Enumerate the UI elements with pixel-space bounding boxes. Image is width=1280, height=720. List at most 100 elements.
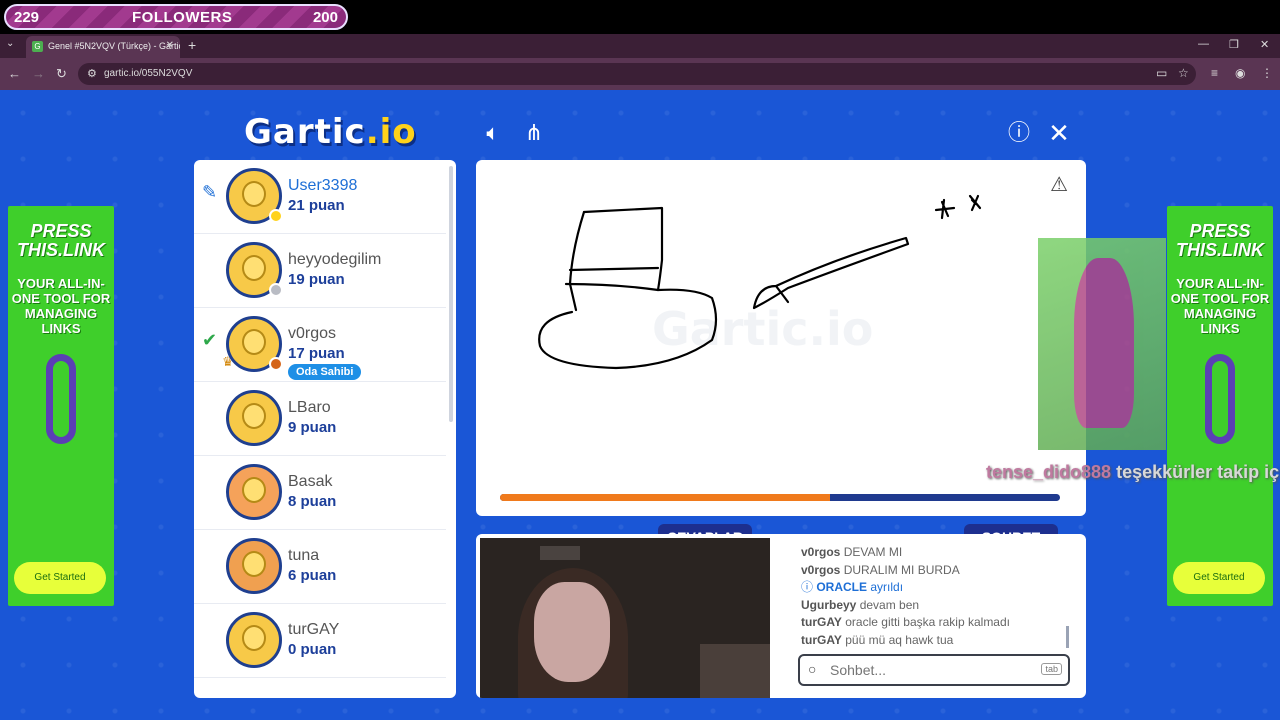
chain-link-icon (46, 354, 76, 444)
tab-key-hint: tab (1041, 663, 1062, 675)
browser-navbar: ← → ↻ ⚙ gartic.io/055N2VQV ▭ ☆ ≡ ◉ ⋮ (0, 58, 1280, 90)
message-text: DEVAM MI (843, 545, 903, 559)
gartic-logo: Gartic.io (244, 112, 417, 152)
search-icon: ○ (808, 661, 817, 677)
ad-banner-left[interactable]: PRESS THIS.LINK YOUR ALL-IN-ONE TOOL FOR… (8, 206, 114, 606)
message-text: DURALIM MI BURDA (843, 562, 960, 577)
pencil-icon: ✎ (202, 182, 218, 202)
menu-kebab-icon[interactable]: ⋮ (1261, 66, 1273, 80)
logo-suffix: .io (365, 112, 417, 152)
media-icon[interactable]: ≡ (1211, 66, 1218, 80)
follower-goal-bar: 229 FOLLOWERS 200 (4, 4, 348, 30)
player-row[interactable]: ✎ User3398 21 puan (194, 160, 446, 234)
player-score: 6 puan (288, 567, 337, 584)
status-dot (269, 357, 283, 371)
info-icon[interactable]: ⓘ (1006, 120, 1032, 146)
forward-icon[interactable]: → (32, 66, 45, 81)
message-text: püü mü aq hawk tua (845, 632, 954, 647)
sound-icon[interactable]: 🔈︎ (480, 120, 506, 146)
player-score: 17 puan (288, 345, 345, 362)
chat-input[interactable] (830, 660, 1030, 680)
stroke-brim-line (564, 282, 660, 292)
stroke-hat-top (538, 206, 718, 370)
bookmark-star-icon[interactable]: ☆ (1178, 66, 1189, 80)
window-close-icon[interactable]: ✕ (1260, 38, 1269, 51)
message-user: v0rgos (801, 562, 841, 577)
player-row[interactable]: turGAY 0 puan (194, 604, 446, 678)
close-icon[interactable]: ✕ (1046, 120, 1072, 146)
avatar-face (242, 181, 266, 207)
back-icon[interactable]: ← (8, 66, 21, 81)
follower-current: 229 (14, 9, 40, 26)
player-score: 8 puan (288, 493, 337, 510)
info-icon: ⓘ (801, 580, 817, 594)
players-scrollbar[interactable] (449, 166, 453, 422)
avatar (226, 464, 282, 520)
ad-get-started-button[interactable]: Get Started (1173, 562, 1265, 594)
share-icon[interactable]: ⋔ (521, 120, 547, 146)
message-user: Ugurbeyy (801, 597, 857, 612)
overlay-figure (1074, 258, 1134, 428)
message-text: oracle gitti başka rakip kalmadı (845, 615, 1010, 629)
chat-scrollbar[interactable] (1066, 626, 1069, 648)
maximize-icon[interactable]: ❐ (1229, 38, 1239, 51)
message-user: turGAY (801, 615, 842, 629)
chat-messages: v0rgos DEVAM MI v0rgos DURALIM MI BURDA ⓘ … (801, 544, 1071, 649)
player-row[interactable]: heyyodegilim 19 puan (194, 234, 446, 308)
minimize-icon[interactable]: — (1198, 38, 1209, 50)
avatar-face (242, 625, 266, 651)
reload-icon[interactable]: ↻ (56, 66, 67, 82)
gartic-page: PRESS THIS.LINK YOUR ALL-IN-ONE TOOL FOR… (0, 90, 1280, 720)
browser-tabstrip: ⌄ G Genel #5N2VQV (Türkçe) - Gartic ✕ + … (0, 34, 1280, 58)
message-text: ayrıldı (870, 580, 904, 594)
webcam-lamp (540, 546, 580, 560)
site-info-icon[interactable]: ⚙ (87, 67, 97, 80)
avatar (226, 538, 282, 594)
player-row[interactable]: Basak 8 puan (194, 456, 446, 530)
players-list: ✎ User3398 21 puan heyyodegilim 19 puan ✔ ♛ v0r… (194, 160, 456, 698)
ad-get-started-button[interactable]: Get Started (14, 562, 106, 594)
message-text: devam ben (859, 597, 920, 612)
player-score: 21 puan (288, 197, 345, 214)
new-tab-icon[interactable]: + (188, 37, 196, 53)
overlay-message: teşekkürler takip için (1116, 462, 1280, 482)
stroke-hat-band (568, 266, 660, 272)
avatar-face (242, 477, 266, 503)
tab-search-icon[interactable]: ⌄ (6, 38, 14, 49)
avatar (226, 612, 282, 668)
chat-message: turGAY oracle gitti başka rakip kalmadı (801, 614, 1071, 632)
player-name: tuna (288, 547, 320, 564)
profile-icon[interactable]: ◉ (1235, 66, 1245, 80)
player-row[interactable]: tuna 6 puan (194, 530, 446, 604)
ad-press-text: PRESS THIS.LINK (17, 221, 105, 260)
tab-close-icon[interactable]: ✕ (166, 40, 174, 51)
address-bar[interactable]: ⚙ gartic.io/055N2VQV (78, 63, 1196, 85)
check-icon: ✔ (202, 330, 218, 350)
gartic-favicon-icon: G (32, 41, 43, 52)
webcam-shelf (700, 644, 770, 698)
url-text: gartic.io/055N2VQV (104, 68, 193, 79)
avatar-face (242, 329, 266, 355)
player-score: 9 puan (288, 419, 337, 436)
player-row[interactable]: ✔ ♛ v0rgos 17 puan Oda Sahibi (194, 308, 446, 382)
player-name: User3398 (288, 177, 358, 194)
webcam-person-face (534, 582, 610, 682)
room-owner-badge: Oda Sahibi (288, 364, 362, 380)
ad-press-text: PRESS THIS.LINK (1176, 221, 1264, 260)
cast-icon[interactable]: ▭ (1156, 66, 1167, 80)
round-timer-bar (500, 494, 1060, 501)
avatar-face (242, 255, 266, 281)
browser-tab[interactable]: G Genel #5N2VQV (Türkçe) - Gartic ✕ (26, 36, 180, 58)
chain-link-icon (1205, 354, 1235, 444)
player-row[interactable]: LBaro 9 puan (194, 382, 446, 456)
stroke-hat-side (568, 210, 586, 312)
chat-input-box[interactable]: ○ tab (798, 654, 1070, 686)
follower-goal: 200 (312, 9, 338, 26)
avatar (226, 242, 283, 298)
overlay-username: tense_dido888 (986, 462, 1112, 482)
ad-banner-right[interactable]: PRESS THIS.LINK YOUR ALL-IN-ONE TOOL FOR… (1167, 206, 1273, 606)
player-name: heyyodegilim (288, 251, 382, 268)
system-message: ⓘ ORACLE ayrıldı (801, 579, 1071, 597)
stroke-cross-1 (934, 198, 956, 220)
player-score: 0 puan (288, 641, 337, 658)
